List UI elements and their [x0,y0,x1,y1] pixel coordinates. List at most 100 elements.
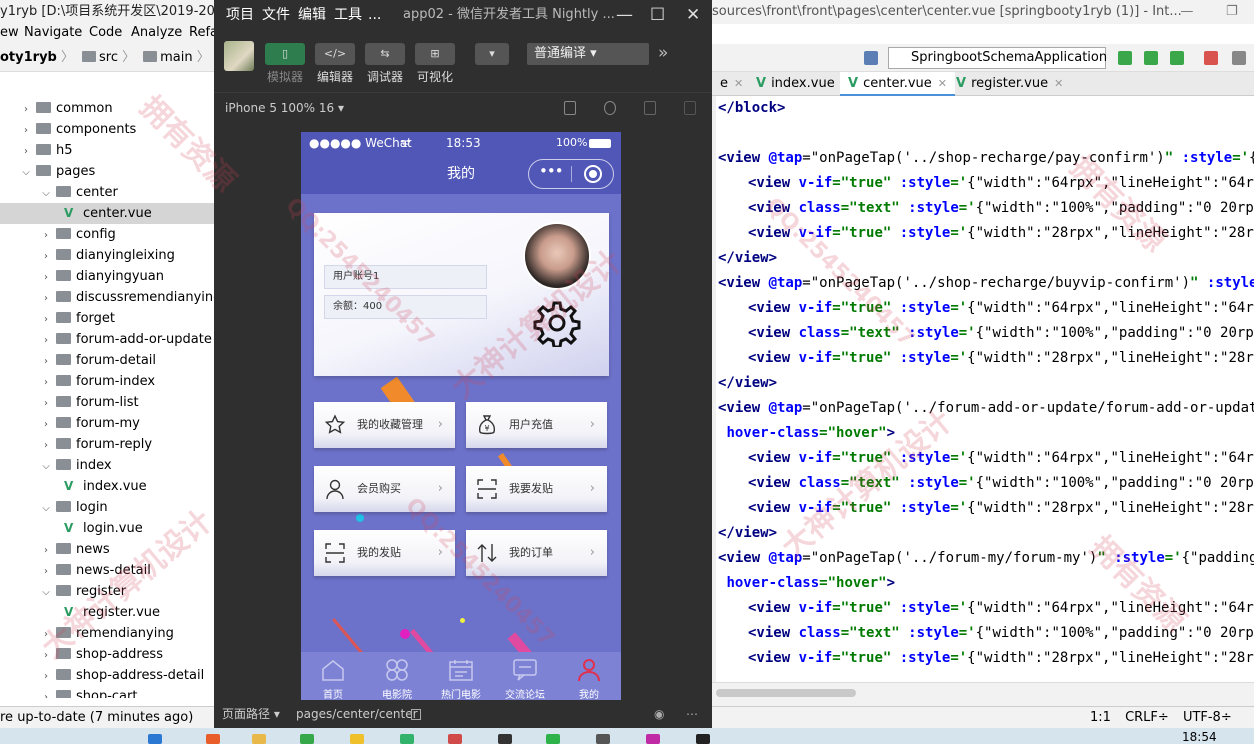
mode-dropdown[interactable]: ▾ [475,43,509,65]
chevron-right-icon[interactable]: › [40,288,52,309]
tree-folder[interactable]: › remendianying [0,623,214,644]
menu-item-analyze[interactable]: Analyze [131,25,182,40]
code-line[interactable]: <view v-if="true" :style='{"width":"28rp… [748,646,1254,671]
tree-folder[interactable]: › shop-address-detail [0,665,214,686]
tree-folder[interactable]: › forget [0,308,214,329]
devtools-menu-edit[interactable]: 编辑 [298,0,326,30]
tree-folder[interactable]: › forum-add-or-update [0,329,214,350]
chevron-right-icon[interactable]: › [40,666,52,687]
tree-folder[interactable]: ⌵ register [0,581,214,602]
chevron-right-icon[interactable]: › [40,435,52,456]
more-tools-icon[interactable]: » [658,43,668,63]
tree-folder[interactable]: › forum-index [0,371,214,392]
app-icon[interactable] [300,734,314,744]
compile-mode-select[interactable]: 普通编译 ▾ [527,43,649,65]
folder-icon[interactable] [252,734,266,744]
maximize-icon[interactable]: ☐ [650,0,665,30]
tree-file[interactable]: Vcenter.vue [0,203,214,224]
tree-folder[interactable]: › dianyingleixing [0,245,214,266]
chevron-right-icon[interactable]: › [40,393,52,414]
tree-folder[interactable]: › discussremendianying [0,287,214,308]
tabbar-item-forum[interactable]: 交流论坛 [493,652,557,700]
chevron-right-icon[interactable]: › [20,99,32,120]
copy-icon[interactable] [411,709,421,720]
tree-folder[interactable]: › forum-my [0,413,214,434]
tree-file[interactable]: Vindex.vue [0,476,214,497]
tree-folder[interactable]: › news-detail [0,560,214,581]
page-path-select[interactable]: 页面路径 ▾ [222,700,280,728]
app-icon[interactable] [498,734,512,744]
code-line[interactable]: <view @tap="onPageTap('../shop-recharge/… [718,146,1254,171]
code-line[interactable]: <view v-if="true" :style='{"width":"64rp… [748,596,1254,621]
tree-folder[interactable]: ⌵ center [0,182,214,203]
chevron-right-icon[interactable]: › [40,561,52,582]
avatar[interactable] [224,41,254,71]
tabbar-item-hot-movies[interactable]: 热门电影 [429,652,493,700]
chevron-right-icon[interactable]: › [40,414,52,435]
tree-file[interactable]: Vlogin.vue [0,518,214,539]
debug-icon[interactable] [1144,51,1158,65]
chevron-right-icon[interactable]: › [40,645,52,666]
chevron-down-icon[interactable]: ⌵ [40,183,52,204]
tree-folder[interactable]: › shop-address [0,644,214,665]
more-icon[interactable]: ⋯ [686,700,698,728]
debugger-button[interactable]: ⇆ [365,43,405,65]
chevron-down-icon[interactable]: ⌵ [20,162,32,183]
chevron-right-icon[interactable]: › [40,540,52,561]
chevron-down-icon[interactable]: ⌵ [40,456,52,477]
code-line[interactable]: <view @tap="onPageTap('../forum-my/forum… [718,546,1254,571]
tree-folder[interactable]: › h5 [0,140,214,161]
app-icon[interactable] [448,734,462,744]
layout-icon[interactable] [1232,51,1246,65]
code-line[interactable]: <view v-if="true" :style='{"width":"64rp… [748,171,1254,196]
code-line[interactable]: <view class="text" :style='{"width":"100… [748,621,1254,646]
editor-button[interactable]: </> [315,43,355,65]
line-separator[interactable]: CRLF÷ [1125,710,1169,725]
chevron-right-icon[interactable]: › [40,246,52,267]
chevron-down-icon[interactable]: ⌵ [40,498,52,519]
app-icon[interactable] [646,734,660,744]
menu-my-orders[interactable]: 我的订单 › [466,530,607,576]
tree-file[interactable]: Vregister.vue [0,602,214,623]
code-line[interactable]: <view class="text" :style='{"width":"100… [748,471,1254,496]
tree-folder[interactable]: › forum-detail [0,350,214,371]
code-line[interactable]: hover-class="hover"> [718,571,895,596]
menu-item-navigate[interactable]: Navigate [24,25,82,40]
tree-folder[interactable]: › components [0,119,214,140]
coverage-icon[interactable] [1170,51,1184,65]
menu-favorites[interactable]: 我的收藏管理 › [314,402,455,448]
chevron-right-icon[interactable]: › [40,225,52,246]
stop-icon[interactable] [1204,51,1218,65]
volume-icon[interactable] [644,101,656,115]
menu-new-post[interactable]: 我要发贴 › [466,466,607,512]
code-line[interactable]: <view class="text" :style='{"width":"100… [748,321,1254,346]
code-line[interactable]: hover-class="hover"> [718,421,895,446]
breadcrumb-project[interactable]: oty1ryb [0,50,57,65]
code-line[interactable]: <view @tap="onPageTap('../forum-add-or-u… [718,396,1254,421]
window-icon[interactable] [684,101,696,115]
tree-folder[interactable]: › forum-reply [0,434,214,455]
visual-button[interactable]: ⊞ [415,43,455,65]
chevron-right-icon[interactable]: › [40,267,52,288]
close-icon[interactable]: ✕ [938,77,947,90]
code-line[interactable]: <view @tap="onPageTap('../shop-recharge/… [718,271,1254,296]
restore-icon[interactable]: ❐ [1226,0,1238,24]
code-line[interactable]: <view v-if="true" :style='{"width":"28rp… [748,496,1254,521]
more-icon[interactable]: ••• [539,162,564,180]
code-line[interactable]: <view v-if="true" :style='{"width":"64rp… [748,296,1254,321]
tab-prev[interactable]: e ✕ [712,72,751,96]
tabbar-item-home[interactable]: 首页 [301,652,365,700]
chevron-right-icon[interactable]: › [40,330,52,351]
close-icon[interactable]: ✕ [1054,77,1063,90]
tree-folder[interactable]: ⌵ index [0,455,214,476]
scrollbar-thumb[interactable] [716,689,856,697]
chevron-right-icon[interactable]: › [40,372,52,393]
code-line[interactable]: <view v-if="true" :style='{"width":"64rp… [748,446,1254,471]
menu-recharge[interactable]: ¥ 用户充值 › [466,402,607,448]
devtools-menu-project[interactable]: 项目 [226,0,254,30]
tree-folder[interactable]: › news [0,539,214,560]
tree-folder[interactable]: › shop-cart [0,686,214,698]
devtools-menu-file[interactable]: 文件 [262,0,290,30]
tree-folder[interactable]: › forum-list [0,392,214,413]
code-line[interactable]: <view v-if="true" :style='{"width":"28rp… [748,346,1254,371]
